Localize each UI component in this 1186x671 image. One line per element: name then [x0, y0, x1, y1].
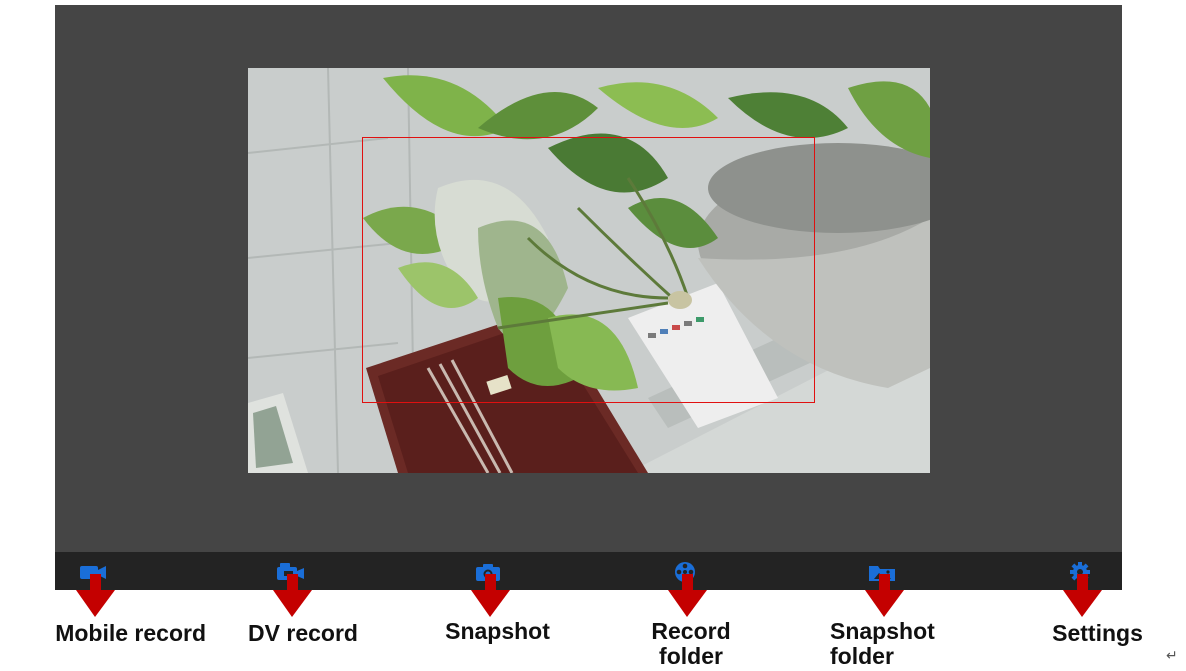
snapshot-button[interactable]	[472, 561, 504, 583]
motion-detection-box	[362, 137, 815, 403]
paragraph-mark: ↵	[1166, 648, 1178, 664]
bottom-toolbar	[55, 552, 1122, 590]
label-settings: Settings	[1052, 620, 1143, 646]
record-folder-button[interactable]	[669, 561, 701, 583]
label-mobile-record: Mobile record	[55, 620, 206, 646]
film-reel-icon	[675, 562, 695, 582]
camera-preview[interactable]	[248, 68, 930, 473]
photo-folder-icon	[869, 566, 895, 581]
settings-button[interactable]	[1064, 561, 1096, 583]
mobile-record-button[interactable]	[77, 561, 109, 583]
snapshot-folder-button[interactable]	[866, 561, 898, 583]
video-camera-icon	[80, 566, 106, 579]
label-snapshot: Snapshot	[445, 618, 550, 644]
label-record-folder: Record folder	[651, 618, 731, 669]
camera-icon	[476, 564, 500, 581]
gear-icon	[1070, 562, 1090, 582]
label-snapshot-folder: Snapshot folder	[830, 618, 935, 669]
app-window	[55, 5, 1122, 590]
dv-camera-icon	[277, 563, 304, 580]
dv-record-button[interactable]	[274, 561, 306, 583]
label-dv-record: DV record	[248, 620, 358, 646]
